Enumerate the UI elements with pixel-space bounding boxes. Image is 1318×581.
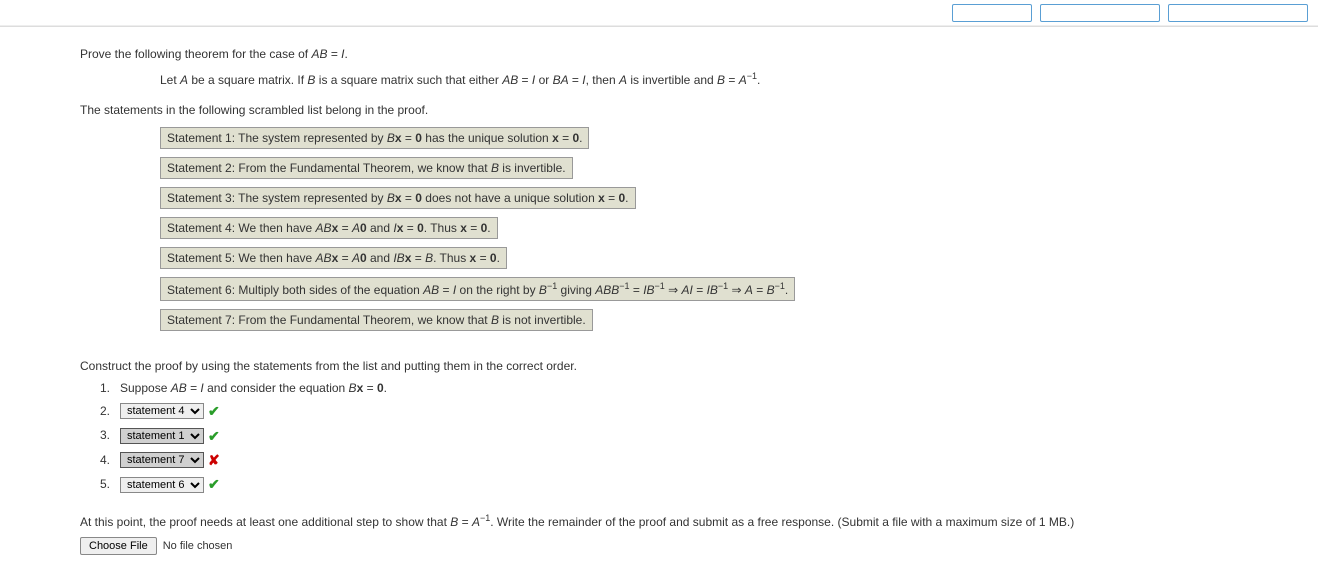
statement-2: Statement 2: From the Fundamental Theore… [160, 157, 573, 179]
proof-step-4-num: 4. [100, 451, 116, 470]
statement-7: Statement 7: From the Fundamental Theore… [160, 309, 593, 331]
proof-step-3-num: 3. [100, 426, 116, 445]
proof-step-5-select[interactable]: statement 6 [120, 477, 204, 493]
file-upload-row: Choose File No file chosen [80, 537, 1238, 555]
toolbar-btn-3[interactable] [1168, 4, 1308, 22]
statement-4: Statement 4: We then have ABx = A0 and I… [160, 217, 498, 239]
statements-list: Statement 1: The system represented by B… [160, 127, 1238, 339]
statement-5: Statement 5: We then have ABx = A0 and I… [160, 247, 507, 269]
theorem-statement: Let A be a square matrix. If B is a squa… [160, 71, 1238, 87]
question-prompt: Prove the following theorem for the case… [80, 47, 1238, 61]
scramble-intro: The statements in the following scramble… [80, 103, 1238, 117]
proof-step-2: 2. statement 4 ✔ [100, 400, 1238, 422]
toolbar-btn-1[interactable] [952, 4, 1032, 22]
question-content: Prove the following theorem for the case… [0, 26, 1318, 575]
no-file-chosen-text: No file chosen [163, 540, 233, 552]
proof-step-1-num: 1. [100, 379, 116, 398]
choose-file-button[interactable]: Choose File [80, 537, 157, 555]
proof-step-5: 5. statement 6 ✔ [100, 473, 1238, 495]
check-icon: ✔ [208, 425, 220, 447]
proof-step-2-select[interactable]: statement 4 [120, 403, 204, 419]
cross-icon: ✘ [208, 449, 220, 471]
proof-ordering-list: 1. Suppose AB = I and consider the equat… [100, 379, 1238, 496]
check-icon: ✔ [208, 473, 220, 495]
statement-1: Statement 1: The system represented by B… [160, 127, 589, 149]
construct-intro: Construct the proof by using the stateme… [80, 359, 1238, 373]
proof-step-3-select[interactable]: statement 1 [120, 428, 204, 444]
proof-step-5-num: 5. [100, 475, 116, 494]
top-toolbar-strip [0, 0, 1318, 26]
statement-3: Statement 3: The system represented by B… [160, 187, 636, 209]
proof-step-3: 3. statement 1 ✔ [100, 425, 1238, 447]
proof-step-1-text: Suppose AB = I and consider the equation… [120, 379, 387, 398]
free-response-prompt: At this point, the proof needs at least … [80, 512, 1238, 531]
proof-step-4: 4. statement 7 ✘ [100, 449, 1238, 471]
toolbar-btn-2[interactable] [1040, 4, 1160, 22]
check-icon: ✔ [208, 400, 220, 422]
proof-step-2-num: 2. [100, 402, 116, 421]
proof-step-4-select[interactable]: statement 7 [120, 452, 204, 468]
proof-step-1: 1. Suppose AB = I and consider the equat… [100, 379, 1238, 398]
statement-6: Statement 6: Multiply both sides of the … [160, 277, 795, 301]
